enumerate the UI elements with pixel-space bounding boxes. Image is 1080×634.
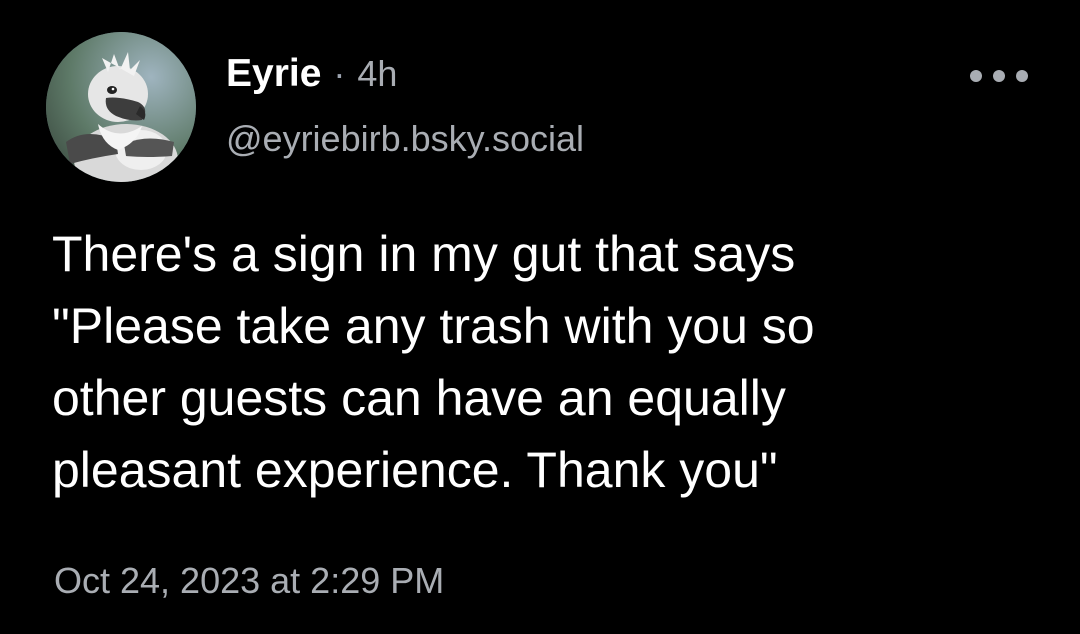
gryphon-avatar-icon	[46, 32, 196, 182]
ellipsis-icon	[970, 70, 982, 82]
author-handle[interactable]: @eyriebirb.bsky.social	[226, 118, 584, 160]
more-options-button[interactable]	[970, 60, 1028, 92]
post-header: Eyrie · 4h	[226, 52, 397, 102]
post-time-ago[interactable]: 4h	[357, 53, 397, 95]
author-display-name[interactable]: Eyrie	[226, 52, 321, 96]
post: Eyrie · 4h @eyriebirb.bsky.social There'…	[0, 0, 1080, 634]
post-timestamp: Oct 24, 2023 at 2:29 PM	[54, 560, 445, 601]
ellipsis-icon	[993, 70, 1005, 82]
avatar[interactable]	[46, 32, 196, 182]
header-separator: ·	[333, 53, 346, 94]
post-text: There's a sign in my gut that says "Plea…	[52, 226, 815, 498]
ellipsis-icon	[1016, 70, 1028, 82]
